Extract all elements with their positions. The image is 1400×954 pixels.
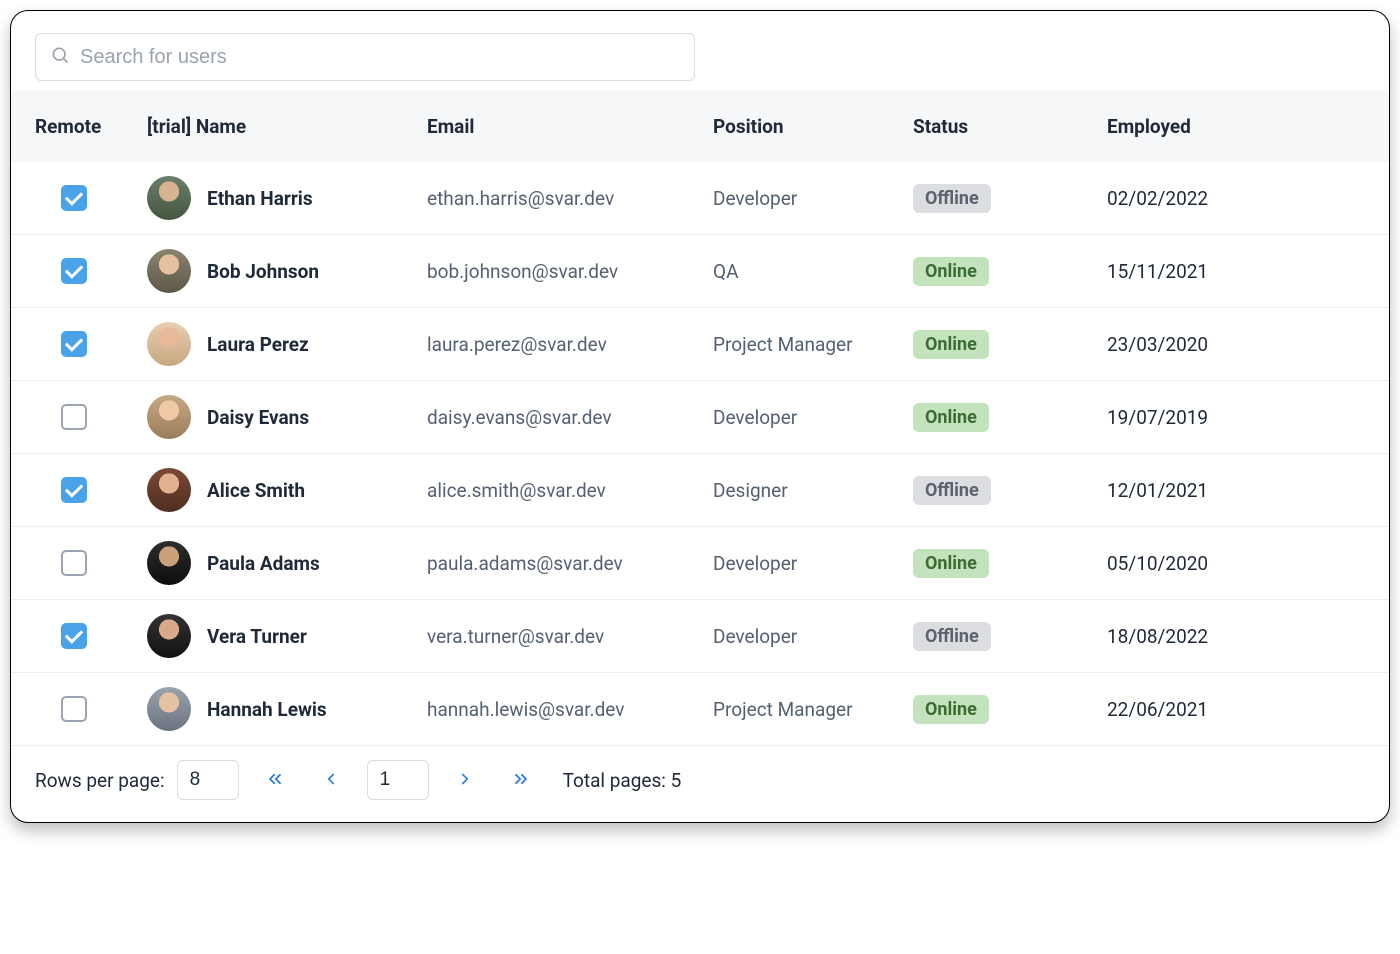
remote-checkbox[interactable]	[61, 696, 87, 722]
chevron-left-icon	[322, 770, 340, 791]
user-email: ethan.harris@svar.dev	[427, 187, 713, 210]
table-header: Remote [trial] Name Email Position Statu…	[11, 91, 1389, 162]
col-header-position[interactable]: Position	[713, 115, 913, 138]
user-name: Ethan Harris	[207, 187, 313, 210]
search-wrap	[11, 11, 1389, 91]
employed-date: 15/11/2021	[1107, 260, 1365, 283]
employed-date: 19/07/2019	[1107, 406, 1365, 429]
status-badge: Online	[913, 403, 989, 432]
avatar	[147, 468, 191, 512]
user-name: Alice Smith	[207, 479, 305, 502]
remote-checkbox[interactable]	[61, 623, 87, 649]
table-row[interactable]: Bob Johnson bob.johnson@svar.devQAOnline 1…	[11, 235, 1389, 308]
status-badge: Offline	[913, 476, 991, 505]
pager: Rows per page: Total pages: 5	[11, 745, 1389, 818]
table-row[interactable]: Ethan Harris ethan.harris@svar.devDevelop…	[11, 162, 1389, 235]
remote-checkbox[interactable]	[61, 331, 87, 357]
employed-date: 18/08/2022	[1107, 625, 1365, 648]
employed-date: 23/03/2020	[1107, 333, 1365, 356]
user-position: Developer	[713, 552, 913, 575]
first-page-button[interactable]	[255, 760, 295, 800]
remote-checkbox[interactable]	[61, 477, 87, 503]
total-pages-label: Total pages: 5	[563, 769, 682, 792]
col-header-email[interactable]: Email	[427, 115, 713, 138]
status-badge: Online	[913, 549, 989, 578]
user-name: Daisy Evans	[207, 406, 309, 429]
user-name: Laura Perez	[207, 333, 309, 356]
rows-per-page-input[interactable]	[177, 760, 239, 800]
user-email: laura.perez@svar.dev	[427, 333, 713, 356]
search-input[interactable]	[80, 46, 680, 69]
table-row[interactable]: Vera Turner vera.turner@svar.devDeveloper…	[11, 600, 1389, 673]
search-icon	[50, 45, 70, 69]
search-field[interactable]	[35, 33, 695, 81]
table-row[interactable]: Daisy Evans daisy.evans@svar.devDeveloper…	[11, 381, 1389, 454]
prev-page-button[interactable]	[311, 760, 351, 800]
user-email: hannah.lewis@svar.dev	[427, 698, 713, 721]
user-position: QA	[713, 260, 913, 283]
user-position: Developer	[713, 406, 913, 429]
status-badge: Offline	[913, 622, 991, 651]
chevrons-left-icon	[265, 769, 285, 792]
user-email: bob.johnson@svar.dev	[427, 260, 713, 283]
employed-date: 05/10/2020	[1107, 552, 1365, 575]
user-email: daisy.evans@svar.dev	[427, 406, 713, 429]
avatar	[147, 687, 191, 731]
status-badge: Online	[913, 257, 989, 286]
user-name: Bob Johnson	[207, 260, 319, 283]
table-row[interactable]: Alice Smith alice.smith@svar.devDesignerO…	[11, 454, 1389, 527]
user-name: Vera Turner	[207, 625, 307, 648]
user-position: Developer	[713, 625, 913, 648]
user-position: Project Manager	[713, 333, 913, 356]
col-header-name[interactable]: [trial] Name	[147, 115, 427, 138]
user-position: Designer	[713, 479, 913, 502]
status-badge: Online	[913, 330, 989, 359]
user-name: Hannah Lewis	[207, 698, 327, 721]
remote-checkbox[interactable]	[61, 258, 87, 284]
last-page-button[interactable]	[501, 760, 541, 800]
avatar	[147, 541, 191, 585]
user-email: alice.smith@svar.dev	[427, 479, 713, 502]
col-header-remote[interactable]: Remote	[35, 115, 147, 138]
user-email: paula.adams@svar.dev	[427, 552, 713, 575]
employed-date: 02/02/2022	[1107, 187, 1365, 210]
table-row[interactable]: Paula Adams paula.adams@svar.devDeveloper…	[11, 527, 1389, 600]
status-badge: Online	[913, 695, 989, 724]
table-row[interactable]: Hannah Lewis hannah.lewis@svar.devProject…	[11, 673, 1389, 745]
table-row[interactable]: Laura Perez laura.perez@svar.devProject M…	[11, 308, 1389, 381]
status-badge: Offline	[913, 184, 991, 213]
col-header-status[interactable]: Status	[913, 115, 1107, 138]
chevrons-right-icon	[511, 769, 531, 792]
avatar	[147, 176, 191, 220]
avatar	[147, 395, 191, 439]
col-header-employed[interactable]: Employed	[1107, 115, 1365, 138]
remote-checkbox[interactable]	[61, 404, 87, 430]
chevron-right-icon	[456, 770, 474, 791]
rows-per-page-label: Rows per page:	[35, 769, 165, 792]
avatar	[147, 322, 191, 366]
employed-date: 12/01/2021	[1107, 479, 1365, 502]
remote-checkbox[interactable]	[61, 185, 87, 211]
remote-checkbox[interactable]	[61, 550, 87, 576]
next-page-button[interactable]	[445, 760, 485, 800]
avatar	[147, 614, 191, 658]
user-name: Paula Adams	[207, 552, 320, 575]
user-email: vera.turner@svar.dev	[427, 625, 713, 648]
user-position: Developer	[713, 187, 913, 210]
user-position: Project Manager	[713, 698, 913, 721]
avatar	[147, 249, 191, 293]
employed-date: 22/06/2021	[1107, 698, 1365, 721]
current-page-input[interactable]	[367, 760, 429, 800]
data-grid-card: Remote [trial] Name Email Position Statu…	[10, 10, 1390, 823]
table-body: Ethan Harrisethan.harris@svar.devDevelop…	[11, 162, 1389, 745]
